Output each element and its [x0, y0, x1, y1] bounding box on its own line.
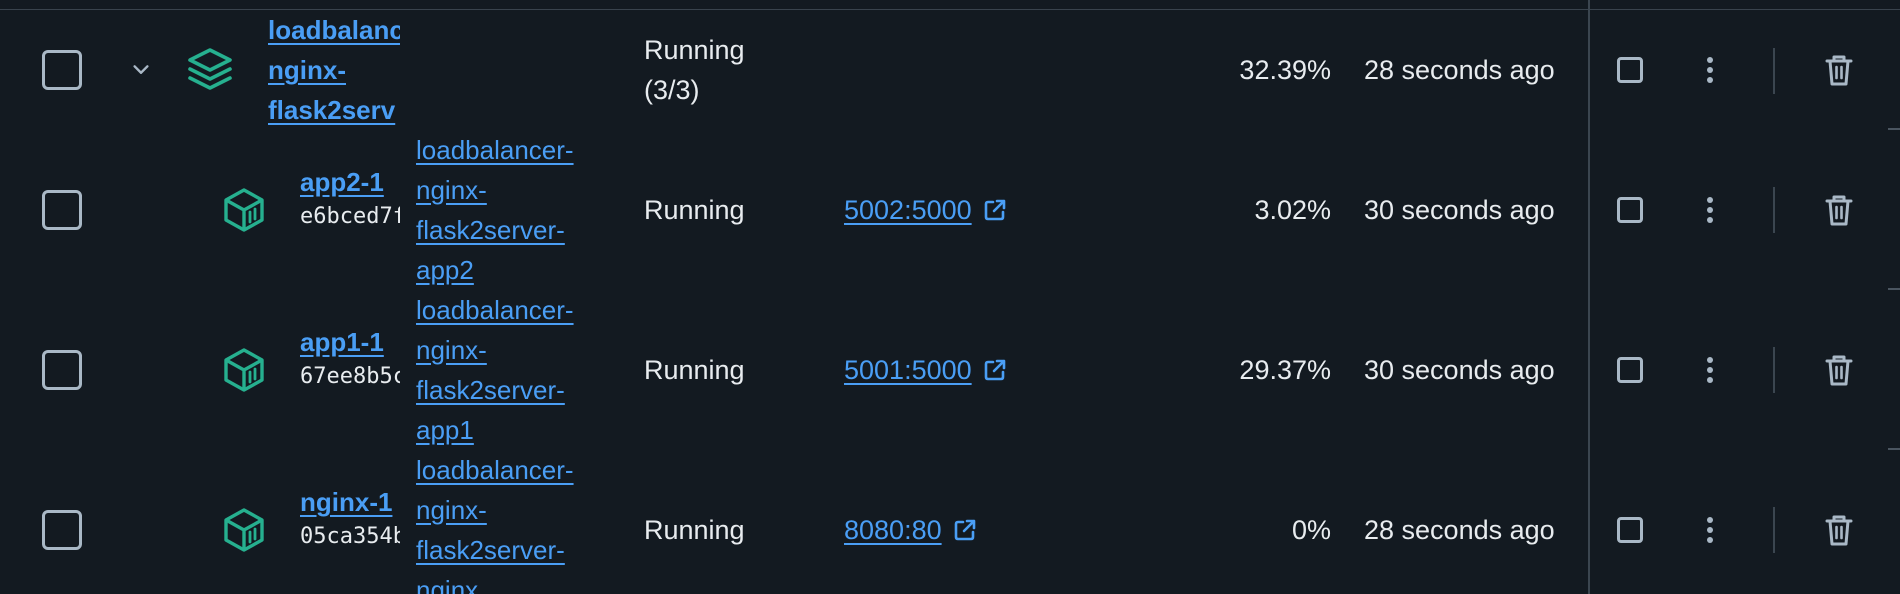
external-link-icon[interactable]	[982, 197, 1008, 223]
container-name-link[interactable]: app1-1	[300, 322, 400, 362]
table-row[interactable]: app2-1 e6bced7f loadbalancer- nginx- fla…	[0, 130, 1900, 290]
port-text[interactable]: 8080:80	[844, 515, 942, 545]
image-line[interactable]: flask2server-	[416, 210, 616, 250]
chevron-down-icon[interactable]	[130, 59, 152, 81]
trash-icon[interactable]	[1823, 193, 1855, 227]
table-row[interactable]: app1-1 67ee8b5c loadbalancer- nginx- fla…	[0, 290, 1900, 450]
container-name-link[interactable]: app2-1	[300, 162, 400, 202]
cpu-usage: 0%	[1291, 515, 1331, 545]
more-vertical-icon[interactable]	[1696, 195, 1724, 225]
action-separator	[1773, 187, 1775, 233]
image-link[interactable]: loadbalancer- nginx- flask2server- nginx	[416, 450, 616, 594]
stop-button[interactable]	[1617, 517, 1643, 543]
action-separator	[1773, 347, 1775, 393]
container-name-link[interactable]: nginx-1	[300, 482, 400, 522]
image-line[interactable]: flask2server-	[416, 530, 616, 570]
container-name-cell[interactable]: app1-1 67ee8b5c	[300, 322, 400, 402]
more-vertical-icon[interactable]	[1696, 355, 1724, 385]
stop-button[interactable]	[1617, 197, 1643, 223]
more-vertical-icon[interactable]	[1696, 515, 1724, 545]
image-line[interactable]: nginx-	[416, 330, 616, 370]
container-id: 67ee8b5c	[300, 364, 400, 389]
image-line[interactable]: loadbalancer-	[416, 130, 616, 170]
container-name-cell[interactable]: nginx-1 05ca354b	[300, 482, 400, 562]
last-started: 30 seconds ago	[1364, 195, 1555, 225]
group-name-line[interactable]: nginx-	[268, 50, 400, 90]
image-line[interactable]: nginx	[416, 570, 616, 594]
container-status: Running	[644, 195, 745, 225]
select-checkbox[interactable]	[42, 190, 82, 230]
container-id: e6bced7f	[300, 204, 400, 229]
table-row-group[interactable]: loadbalanc nginx- flask2serv Running (3/…	[0, 0, 1900, 140]
trash-icon[interactable]	[1823, 53, 1855, 87]
container-id: 05ca354b	[300, 524, 400, 549]
trash-icon[interactable]	[1823, 353, 1855, 387]
container-status: Running	[644, 355, 745, 385]
cpu-usage: 32.39%	[1239, 55, 1331, 85]
last-started: 28 seconds ago	[1364, 55, 1555, 85]
more-vertical-icon[interactable]	[1696, 55, 1724, 85]
table-row[interactable]: nginx-1 05ca354b loadbalancer- nginx- fl…	[0, 450, 1900, 594]
image-line[interactable]: nginx-	[416, 170, 616, 210]
group-name-line[interactable]: flask2serv	[268, 90, 400, 130]
port-link[interactable]: 8080:80	[844, 510, 978, 550]
cpu-usage: 29.37%	[1239, 355, 1331, 385]
last-started: 28 seconds ago	[1364, 515, 1555, 545]
image-line[interactable]: nginx-	[416, 490, 616, 530]
stop-button[interactable]	[1617, 357, 1643, 383]
external-link-icon[interactable]	[982, 357, 1008, 383]
port-text[interactable]: 5002:5000	[844, 195, 972, 225]
stack-layers-icon	[188, 48, 232, 90]
image-link[interactable]: loadbalancer- nginx- flask2server- app1	[416, 290, 616, 450]
image-link[interactable]: loadbalancer- nginx- flask2server- app2	[416, 130, 616, 290]
status-count: (3/3)	[644, 75, 700, 105]
select-checkbox[interactable]	[42, 50, 82, 90]
container-box-icon	[224, 508, 264, 552]
status-text: Running	[644, 35, 745, 65]
action-separator	[1773, 48, 1775, 94]
containers-table: loadbalanc nginx- flask2serv Running (3/…	[0, 0, 1900, 594]
group-name-link[interactable]: loadbalanc nginx- flask2serv	[268, 10, 400, 130]
select-checkbox[interactable]	[42, 510, 82, 550]
image-line[interactable]: flask2server-	[416, 370, 616, 410]
port-link[interactable]: 5002:5000	[844, 190, 1008, 230]
image-line[interactable]: app2	[416, 250, 616, 290]
container-box-icon	[224, 348, 264, 392]
trash-icon[interactable]	[1823, 513, 1855, 547]
image-line[interactable]: loadbalancer-	[416, 290, 616, 330]
select-checkbox[interactable]	[42, 350, 82, 390]
stop-button[interactable]	[1617, 57, 1643, 83]
last-started: 30 seconds ago	[1364, 355, 1555, 385]
container-name-cell[interactable]: app2-1 e6bced7f	[300, 162, 400, 242]
action-separator	[1773, 507, 1775, 553]
group-status: Running (3/3)	[644, 30, 745, 110]
cpu-usage: 3.02%	[1254, 195, 1331, 225]
port-text[interactable]: 5001:5000	[844, 355, 972, 385]
container-box-icon	[224, 188, 264, 232]
image-line[interactable]: app1	[416, 410, 616, 450]
external-link-icon[interactable]	[952, 517, 978, 543]
container-status: Running	[644, 515, 745, 545]
image-line[interactable]: loadbalancer-	[416, 450, 616, 490]
group-name-line[interactable]: loadbalanc	[268, 10, 400, 50]
port-link[interactable]: 5001:5000	[844, 350, 1008, 390]
